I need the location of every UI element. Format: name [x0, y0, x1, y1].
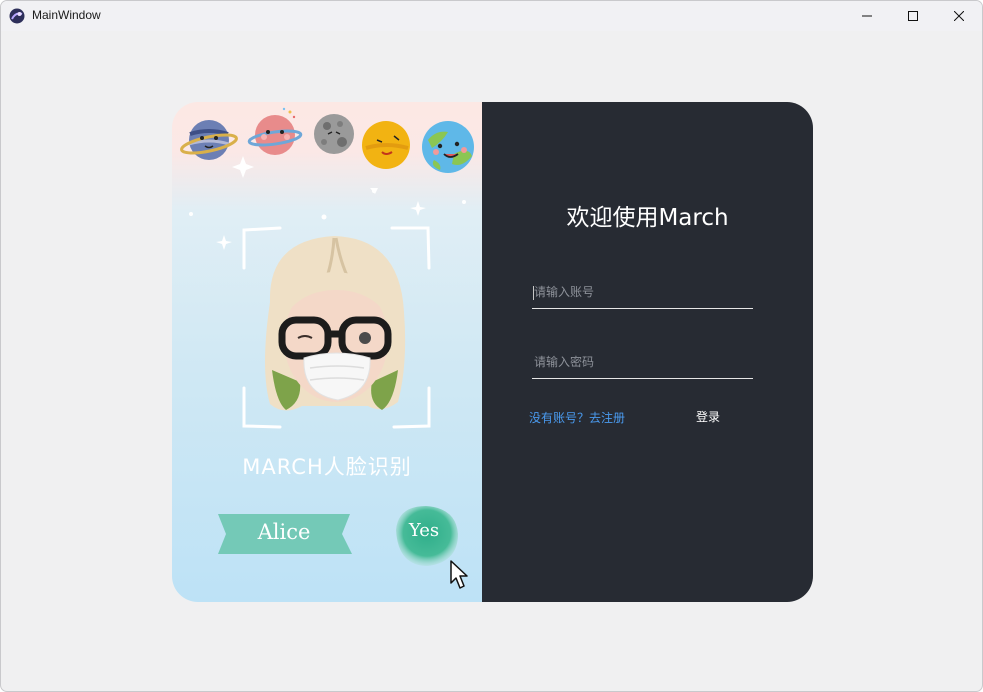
maximize-icon	[908, 11, 918, 21]
window-title: MainWindow	[32, 8, 101, 22]
text-caret	[533, 286, 534, 300]
face-scan-frame	[189, 188, 466, 429]
confirm-button[interactable]: Yes	[396, 520, 452, 541]
welcome-heading: 欢迎使用March	[566, 205, 729, 231]
password-field	[532, 348, 753, 379]
mouse-cursor-icon	[450, 560, 468, 589]
account-input[interactable]	[532, 278, 753, 306]
close-button[interactable]	[936, 1, 982, 31]
face-recognition-panel: MARCH人脸识别 Alice Yes	[172, 102, 482, 602]
minimize-icon	[862, 15, 872, 17]
main-window: MainWindow MARCH人脸识别 Alice Yes 欢迎使用March…	[0, 0, 983, 692]
login-button[interactable]: 登录	[696, 408, 720, 425]
account-field	[532, 278, 753, 309]
app-icon	[9, 8, 25, 24]
close-icon	[954, 11, 964, 21]
maximize-button[interactable]	[890, 1, 936, 31]
recognized-name: Alice	[257, 520, 311, 544]
login-panel: 欢迎使用March 没有账号？去注册 登录	[482, 102, 813, 602]
face-recognition-caption: MARCH人脸识别	[242, 455, 412, 479]
minimize-button[interactable]	[844, 1, 890, 31]
login-card: MARCH人脸识别 Alice Yes 欢迎使用March 请输入账号 没有账号…	[172, 102, 813, 602]
password-input[interactable]	[532, 348, 753, 376]
title-bar[interactable]: MainWindow	[1, 1, 982, 31]
register-link[interactable]: 没有账号？去注册	[529, 409, 625, 426]
